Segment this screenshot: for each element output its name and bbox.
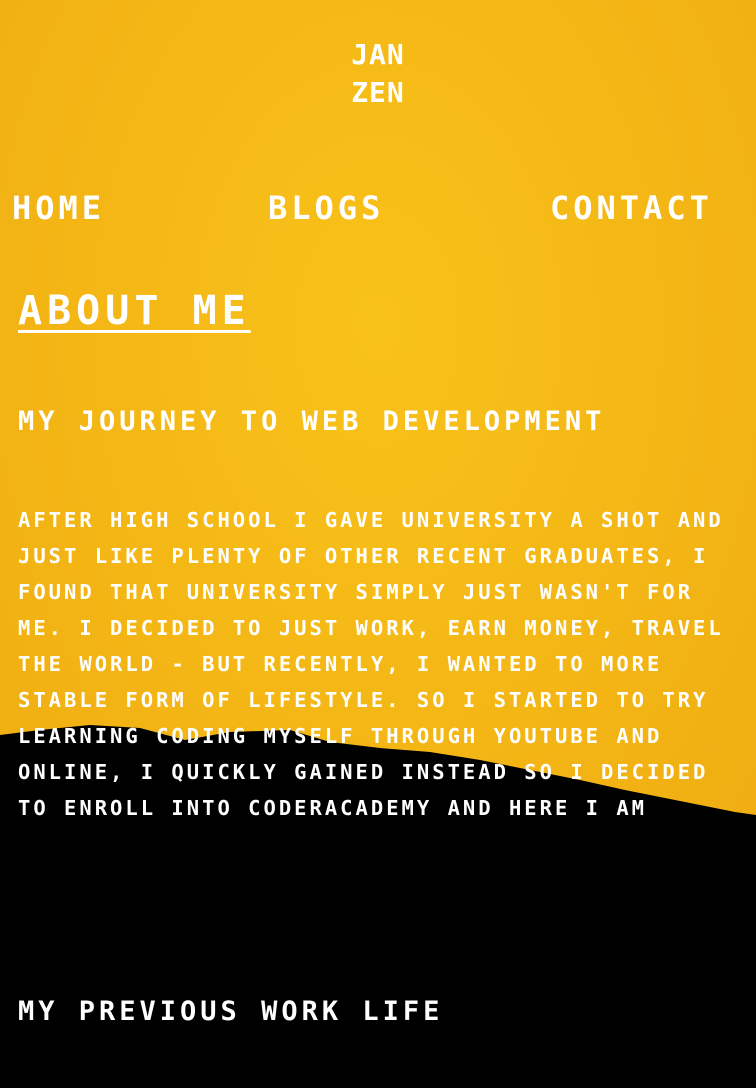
journey-paragraph: AFTER HIGH SCHOOL I GAVE UNIVERSITY A SH… — [18, 508, 724, 820]
about-me-heading: ABOUT ME — [18, 288, 251, 334]
main-nav: HOME BLOGS CONTACT — [0, 186, 756, 236]
journey-heading: MY JOURNEY TO WEB DEVELOPMENT — [18, 406, 606, 437]
previous-work-heading: MY PREVIOUS WORK LIFE — [18, 996, 444, 1027]
logo-line-1: JAN — [351, 38, 405, 71]
site-logo[interactable]: JAN ZEN — [0, 36, 756, 112]
nav-blogs-link[interactable]: BLOGS — [268, 186, 384, 230]
nav-contact-link[interactable]: CONTACT — [550, 186, 713, 230]
page-content: JAN ZEN HOME BLOGS CONTACT ABOUT ME MY J… — [0, 0, 756, 1088]
logo-line-2: ZEN — [351, 76, 405, 109]
nav-home-link[interactable]: HOME — [12, 186, 105, 230]
